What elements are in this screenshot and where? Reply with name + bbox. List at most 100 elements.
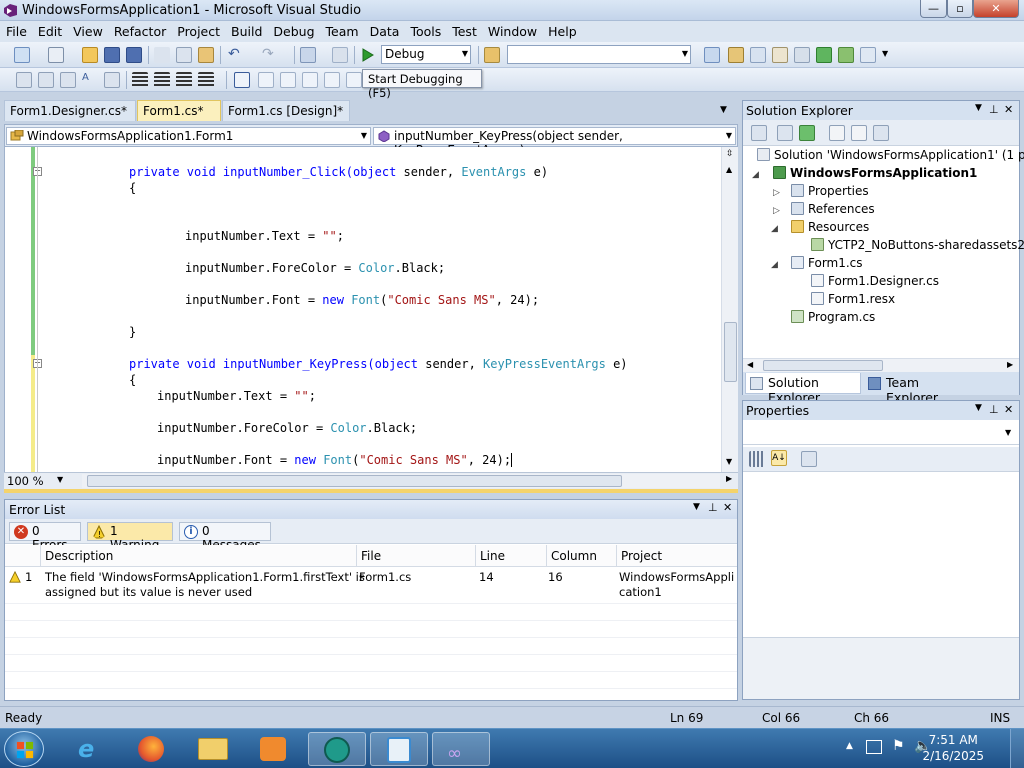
tab-form1-designer-cs[interactable]: Form1.Designer.cs* [4,100,136,121]
forward-icon[interactable] [332,47,348,63]
menu-edit[interactable]: Edit [32,21,67,42]
close-icon[interactable]: ✕ [723,501,732,514]
split-handle-icon[interactable]: ⇳ [726,149,734,159]
taskbar-file-explorer[interactable] [184,732,242,766]
pin-icon[interactable]: ⊥ [989,103,999,116]
window-layout-icon[interactable] [860,47,876,63]
collapsed-arrow-icon[interactable]: ▷ [773,206,780,216]
indent-icon[interactable] [154,72,170,88]
redo-icon[interactable]: ↷ [262,47,278,63]
tree-item-form1-resx[interactable]: Form1.resx [811,292,895,306]
navigate-icon[interactable] [300,47,316,63]
save-all-icon[interactable] [126,47,142,63]
tree-item-form1-cs[interactable]: Form1.cs [791,256,863,270]
toggle-icon[interactable] [104,72,120,88]
team-icon[interactable] [838,47,854,63]
scroll-thumb[interactable] [763,360,883,371]
save-icon[interactable] [104,47,120,63]
column-header-line[interactable]: Line [476,545,547,567]
extension-icon[interactable] [816,47,832,63]
solution-explorer-icon[interactable] [704,47,720,63]
menu-window[interactable]: Window [482,21,542,42]
class-selector[interactable]: WindowsFormsApplication1.Form1 ▼ [6,127,371,145]
object-browser-icon[interactable] [750,47,766,63]
network-icon[interactable] [866,740,882,754]
tree-item-references[interactable]: References [791,202,875,216]
member-selector[interactable]: inputNumber_KeyPress(object sender, KeyP… [373,127,736,157]
tree-item-solution[interactable]: Solution 'WindowsFormsApplication1' (1 p… [757,148,1024,162]
menu-debug[interactable]: Debug [267,21,319,42]
find-in-files-icon[interactable] [484,47,500,63]
start-button[interactable] [4,731,44,767]
scroll-left-icon[interactable]: ◀ [747,360,753,369]
messages-filter-button[interactable]: i 0 Messages [179,522,271,552]
tab-form1-cs[interactable]: Form1.cs* [137,100,221,121]
quick-info-icon[interactable] [60,72,76,88]
editor-horizontal-scrollbar[interactable] [82,474,720,488]
expanded-arrow-icon[interactable]: ◢ [752,170,759,180]
new-project-icon[interactable] [14,47,30,63]
property-pages-icon[interactable] [801,451,817,467]
tree-item-project[interactable]: WindowsFormsApplication1 [773,166,977,180]
show-hidden-icons[interactable]: ▲ [846,741,853,751]
errors-filter-button[interactable]: ✕ 0 Errors [9,522,81,552]
menu-test[interactable]: Test [446,21,482,42]
tree-item-form1-designer-cs[interactable]: Form1.Designer.cs [811,274,939,288]
class-diagram-icon[interactable] [873,125,889,141]
properties-object-select[interactable]: ▼ [743,422,1019,445]
properties-icon[interactable] [751,125,767,141]
tree-item-program-cs[interactable]: Program.cs [791,310,875,324]
view-designer-icon[interactable] [851,125,867,141]
copy-icon[interactable] [176,47,192,63]
view-code-icon[interactable] [829,125,845,141]
uncomment-icon[interactable] [198,72,214,88]
refresh-icon[interactable] [799,125,815,141]
parameter-info-icon[interactable] [38,72,54,88]
taskbar-app-2[interactable] [370,732,428,766]
find-combo[interactable]: ▼ [507,45,691,64]
menu-file[interactable]: File [0,21,32,42]
taskbar-visual-studio[interactable]: ∞ [432,732,490,766]
prev-bookmark-icon[interactable] [258,72,274,88]
next-folder-bookmark-icon[interactable] [324,72,340,88]
clear-bookmarks-icon[interactable] [346,72,362,88]
expanded-arrow-icon[interactable]: ◢ [771,224,778,234]
paste-icon[interactable] [198,47,214,63]
maximize-button[interactable]: ▫ [947,0,973,18]
column-header-column[interactable]: Column [547,545,617,567]
scroll-thumb[interactable] [87,475,622,487]
solution-explorer-scrollbar[interactable]: ◀ ▶ [743,358,1019,372]
close-icon[interactable]: ✕ [1004,103,1013,116]
action-center-flag-icon[interactable]: ⚑ [892,738,905,754]
tools-icon[interactable] [794,47,810,63]
tab-form1-design[interactable]: Form1.cs [Design]* [222,100,350,121]
scroll-up-icon[interactable]: ▲ [726,165,732,174]
members-icon[interactable] [16,72,32,88]
window-position-icon[interactable]: ▼ [975,403,982,413]
pin-icon[interactable]: ⊥ [989,403,999,416]
column-header-index[interactable] [5,545,41,567]
zoom-select[interactable]: 100 % ▼ [7,474,67,489]
column-header-description[interactable]: Description [41,545,357,567]
scroll-thumb[interactable] [724,322,737,382]
menu-view[interactable]: View [67,21,108,42]
close-icon[interactable]: ✕ [1004,403,1013,416]
start-debugging-icon[interactable] [360,47,376,63]
properties-window-icon[interactable] [728,47,744,63]
scroll-right-icon[interactable]: ▶ [726,474,732,483]
solution-configuration-select[interactable]: Debug ▼ [381,45,471,64]
toolbox-icon[interactable] [772,47,788,63]
menu-refactor[interactable]: Refactor [108,21,171,42]
table-row[interactable]: 1 The field 'WindowsFormsApplication1.Fo… [5,568,737,602]
scroll-down-icon[interactable]: ▼ [726,457,732,466]
categorized-icon[interactable] [749,451,765,467]
add-item-icon[interactable] [48,47,64,63]
menu-help[interactable]: Help [542,21,582,42]
tab-team-explorer[interactable]: Team Explorer [864,373,974,405]
prev-folder-bookmark-icon[interactable] [302,72,318,88]
editor-vertical-scrollbar[interactable]: ⇳ ▲ ▼ [721,147,738,472]
show-desktop-button[interactable] [1010,729,1024,768]
minimize-button[interactable]: — [920,0,947,18]
tab-list-dropdown-icon[interactable]: ▼ [720,105,727,115]
taskbar-internet-explorer[interactable]: e [62,732,120,766]
